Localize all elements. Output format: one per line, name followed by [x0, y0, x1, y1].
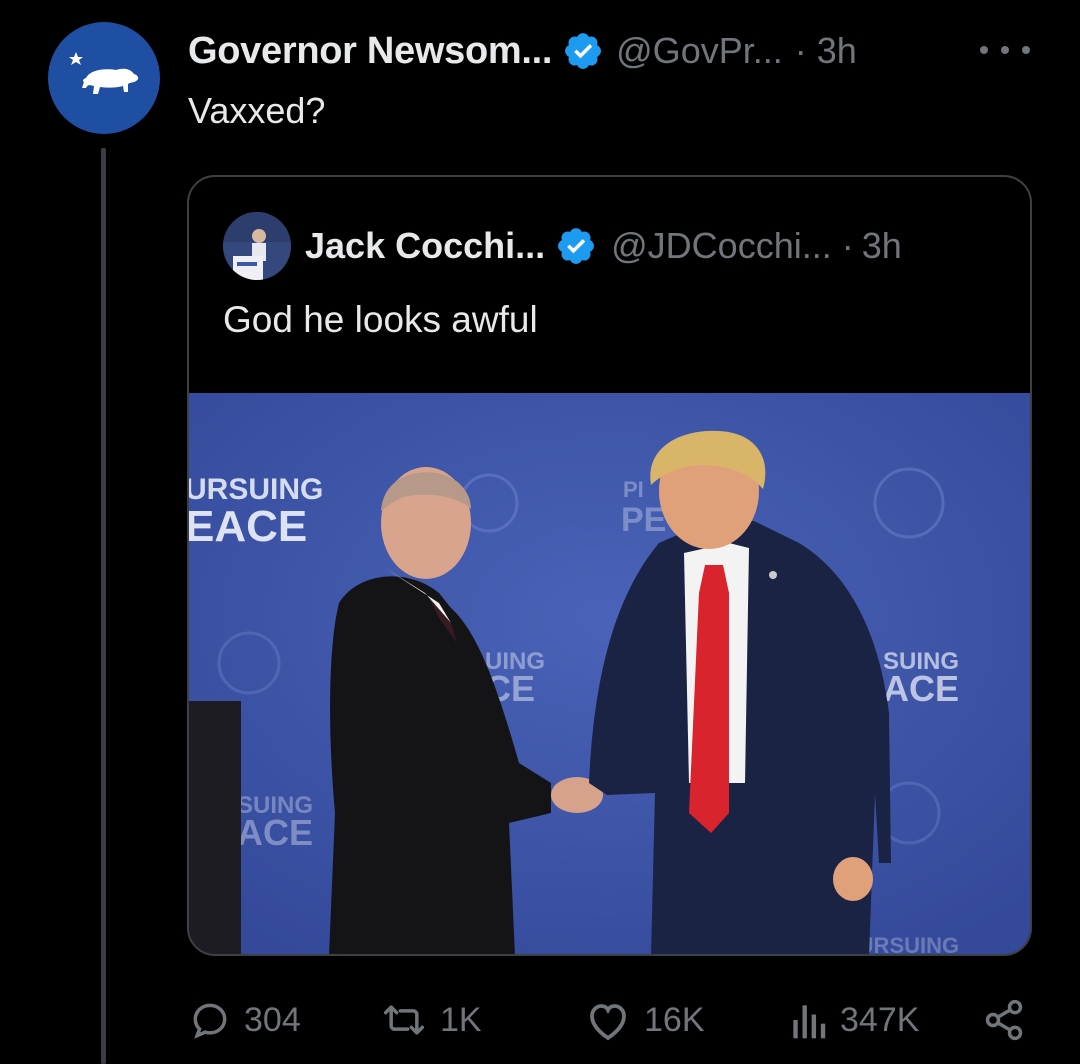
like-button[interactable]: 16K [584, 990, 705, 1050]
backdrop-text: PI [623, 477, 644, 502]
share-button[interactable] [982, 990, 1026, 1050]
verified-badge-icon [565, 33, 602, 69]
tweet-header: Governor Newsom... @GovPr... · 3h [188, 26, 857, 76]
author-handle[interactable]: @GovPr... [616, 30, 783, 72]
views-button[interactable]: 347K [788, 990, 919, 1050]
quoted-tweet-card[interactable]: Jack Cocchi... @JDCocchi... · 3h God he … [187, 175, 1032, 956]
quoted-author-avatar[interactable] [223, 212, 291, 280]
california-bear-icon [69, 52, 139, 94]
thread-line [101, 148, 106, 1064]
author-display-name[interactable]: Governor Newsom... [188, 30, 552, 73]
quoted-tweet-header: Jack Cocchi... @JDCocchi... · 3h [223, 211, 902, 281]
repost-icon [383, 1005, 425, 1035]
tweet[interactable]: Governor Newsom... @GovPr... · 3h Vaxxed… [0, 0, 1080, 1064]
quoted-avatar-image [223, 212, 291, 280]
backdrop-text: PE [621, 501, 666, 539]
repost-button[interactable]: 1K [380, 990, 482, 1050]
backdrop-text: EACE [189, 502, 307, 551]
more-options-icon[interactable] [980, 30, 1030, 70]
separator-dot: · [841, 225, 854, 266]
reply-button[interactable]: 304 [188, 990, 301, 1050]
quoted-author-handle[interactable]: @JDCocchi... [611, 225, 832, 267]
post-time[interactable]: 3h [817, 30, 857, 72]
backdrop-text: ACE [883, 668, 959, 709]
verified-badge-icon [558, 228, 595, 264]
author-avatar[interactable] [48, 22, 160, 134]
share-icon [985, 999, 1023, 1041]
tweet-text: Vaxxed? [188, 90, 326, 131]
views-chart-icon [793, 1005, 826, 1039]
quoted-tweet-photo[interactable]: URSUING EACE PI PE UING CE SUING ACE SUI… [189, 393, 1030, 956]
quoted-author-display-name[interactable]: Jack Cocchi... [305, 225, 545, 267]
backdrop-text: ACE [237, 812, 313, 853]
heart-icon [590, 1004, 626, 1041]
reply-icon [193, 1003, 227, 1039]
reply-count: 304 [244, 1000, 301, 1039]
action-bar: 304 1K 16K 347K [0, 990, 1080, 1050]
like-count: 16K [644, 1000, 705, 1039]
separator-dot: · [794, 30, 807, 71]
quoted-post-time[interactable]: 3h [862, 225, 902, 267]
quoted-tweet-text: God he looks awful [223, 299, 538, 340]
repost-count: 1K [440, 1000, 482, 1039]
views-count: 347K [840, 1000, 920, 1039]
